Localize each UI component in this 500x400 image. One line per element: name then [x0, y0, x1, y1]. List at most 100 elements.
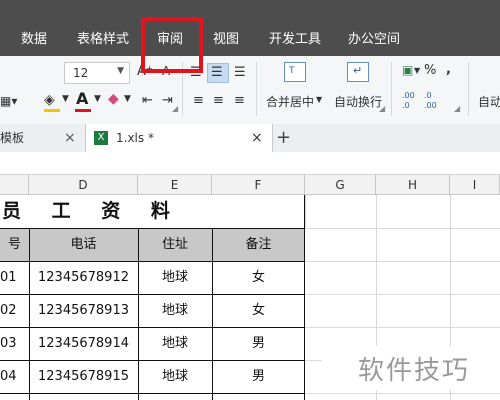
table-border: [0, 393, 305, 394]
decrease-decimal-icon[interactable]: .0: [424, 91, 432, 100]
increase-indent-icon[interactable]: ⇥: [162, 93, 173, 108]
tab-file[interactable]: X 1.xls * ×: [85, 124, 273, 152]
column-header-d[interactable]: D: [29, 175, 138, 195]
separator: [391, 62, 392, 116]
decimal-icon-sub: .00: [424, 101, 437, 110]
table-border: [138, 228, 139, 400]
column-header-h[interactable]: H: [376, 175, 450, 195]
cell-note[interactable]: 男: [212, 327, 305, 360]
menu-view[interactable]: 视图: [213, 32, 239, 48]
table-border: [29, 228, 30, 400]
cell-note[interactable]: 女: [212, 261, 305, 294]
fill-color-bar: [44, 109, 60, 112]
currency-icon[interactable]: ▣: [402, 63, 413, 77]
cell-id[interactable]: 03: [0, 327, 29, 360]
highlight-annotation: [141, 17, 203, 73]
comma-icon[interactable]: ,: [446, 62, 451, 77]
decrease-indent-icon[interactable]: ⇤: [142, 93, 153, 108]
font-color-icon[interactable]: A: [76, 89, 88, 108]
auto-sum-button[interactable]: 自动: [478, 93, 500, 110]
table-border: [0, 228, 305, 229]
watermark: 软件技巧: [322, 346, 500, 390]
separator: [256, 62, 257, 116]
merge-center-button[interactable]: 合并居中: [266, 93, 314, 110]
table-border: [304, 195, 305, 400]
cell-phone[interactable]: 12345678915: [29, 360, 138, 393]
chevron-down-icon: ▼: [117, 66, 124, 76]
cell-id[interactable]: 01: [0, 261, 29, 294]
grid-line: [305, 261, 500, 262]
grid-line: [305, 393, 500, 394]
align-bottom-icon[interactable]: ☰: [234, 65, 246, 80]
grid-line: [305, 327, 500, 328]
cell-phone[interactable]: 12345678912: [29, 261, 138, 294]
font-size-select[interactable]: 12 ▼: [64, 62, 130, 84]
cell-address[interactable]: 地球: [138, 360, 212, 393]
fill-color-icon[interactable]: ◈: [44, 92, 55, 108]
column-header-f[interactable]: F: [212, 175, 305, 195]
menu-developer[interactable]: 开发工具: [269, 32, 321, 48]
menu-office-space[interactable]: 办公空间: [348, 32, 400, 48]
sheet-title[interactable]: 员 工 资 料: [0, 195, 306, 228]
cell-id[interactable]: 02: [0, 294, 29, 327]
dialog-launcher-icon[interactable]: ◢: [379, 104, 385, 113]
tab-file-label: 1.xls *: [116, 131, 154, 145]
chevron-down-icon[interactable]: ▼: [124, 94, 131, 104]
close-icon[interactable]: ×: [64, 124, 76, 152]
cell-note[interactable]: 女: [212, 294, 305, 327]
decimal-icon-sub: .0: [402, 101, 410, 110]
column-header-e[interactable]: E: [138, 175, 212, 195]
column-header-c[interactable]: [0, 175, 29, 195]
add-tab-icon[interactable]: +: [276, 124, 291, 152]
menu-table-style[interactable]: 表格样式: [77, 32, 129, 48]
table-border: [0, 294, 305, 295]
merge-center-icon[interactable]: T: [284, 62, 306, 82]
wrap-text-icon[interactable]: ↵: [347, 62, 369, 82]
font-size-value: 12: [73, 66, 89, 80]
formula-bar[interactable]: [0, 152, 500, 175]
header-cell-id[interactable]: 号: [0, 228, 29, 261]
header-cell-address[interactable]: 住址: [138, 228, 212, 261]
header-cell-phone[interactable]: 电话: [29, 228, 138, 261]
auto-wrap-button[interactable]: 自动换行: [334, 93, 382, 110]
chevron-down-icon[interactable]: ▼: [94, 94, 101, 104]
cell-note[interactable]: 男: [212, 360, 305, 393]
ribbon-toolbar: 12 ▼ A⁺ A⁻ ▦▾ ◈ ▼ A ▼ ◆ ▼ ◢ ☰ ☰ ☰ ⇤ ⇥ ≡ …: [0, 56, 500, 125]
cell-phone[interactable]: 12345678914: [29, 327, 138, 360]
cell-id[interactable]: 04: [0, 360, 29, 393]
table-border: [0, 261, 305, 262]
eraser-icon[interactable]: ◆: [108, 91, 119, 107]
dialog-launcher-icon[interactable]: ◢: [454, 104, 460, 113]
tab-template[interactable]: 模板: [0, 124, 24, 152]
chevron-down-icon[interactable]: ▼: [414, 66, 420, 75]
header-cell-note[interactable]: 备注: [212, 228, 305, 261]
percent-icon[interactable]: %: [424, 63, 436, 78]
table-border: [0, 327, 305, 328]
chevron-down-icon[interactable]: ▼: [316, 95, 322, 104]
column-header-g[interactable]: G: [305, 175, 376, 195]
separator: [468, 62, 469, 116]
grid-line: [305, 228, 500, 229]
font-color-bar: [75, 109, 91, 112]
close-icon[interactable]: ×: [251, 124, 263, 152]
border-icon[interactable]: ▦▾: [0, 94, 17, 108]
cell-address[interactable]: 地球: [138, 327, 212, 360]
align-left-icon[interactable]: ≡: [193, 93, 204, 108]
table-border: [212, 228, 213, 400]
document-tab-bar: 模板 × X 1.xls * × +: [0, 124, 500, 153]
menu-data[interactable]: 数据: [21, 32, 47, 48]
menu-bar: 数据 表格样式 审阅 视图 开发工具 办公空间: [0, 0, 500, 56]
increase-decimal-icon[interactable]: .00: [402, 91, 415, 100]
align-right-icon[interactable]: ≡: [234, 93, 245, 108]
excel-file-icon: X: [94, 131, 108, 145]
cell-phone[interactable]: 12345678913: [29, 294, 138, 327]
align-middle-icon[interactable]: ☰: [211, 65, 223, 80]
watermark-text: 软件技巧: [358, 356, 471, 386]
table-border: [0, 360, 305, 361]
grid-line: [305, 294, 500, 295]
align-center-icon[interactable]: ≡: [213, 93, 224, 108]
chevron-down-icon[interactable]: ▼: [62, 94, 69, 104]
cell-address[interactable]: 地球: [138, 294, 212, 327]
cell-address[interactable]: 地球: [138, 261, 212, 294]
column-header-i[interactable]: I: [450, 175, 500, 195]
